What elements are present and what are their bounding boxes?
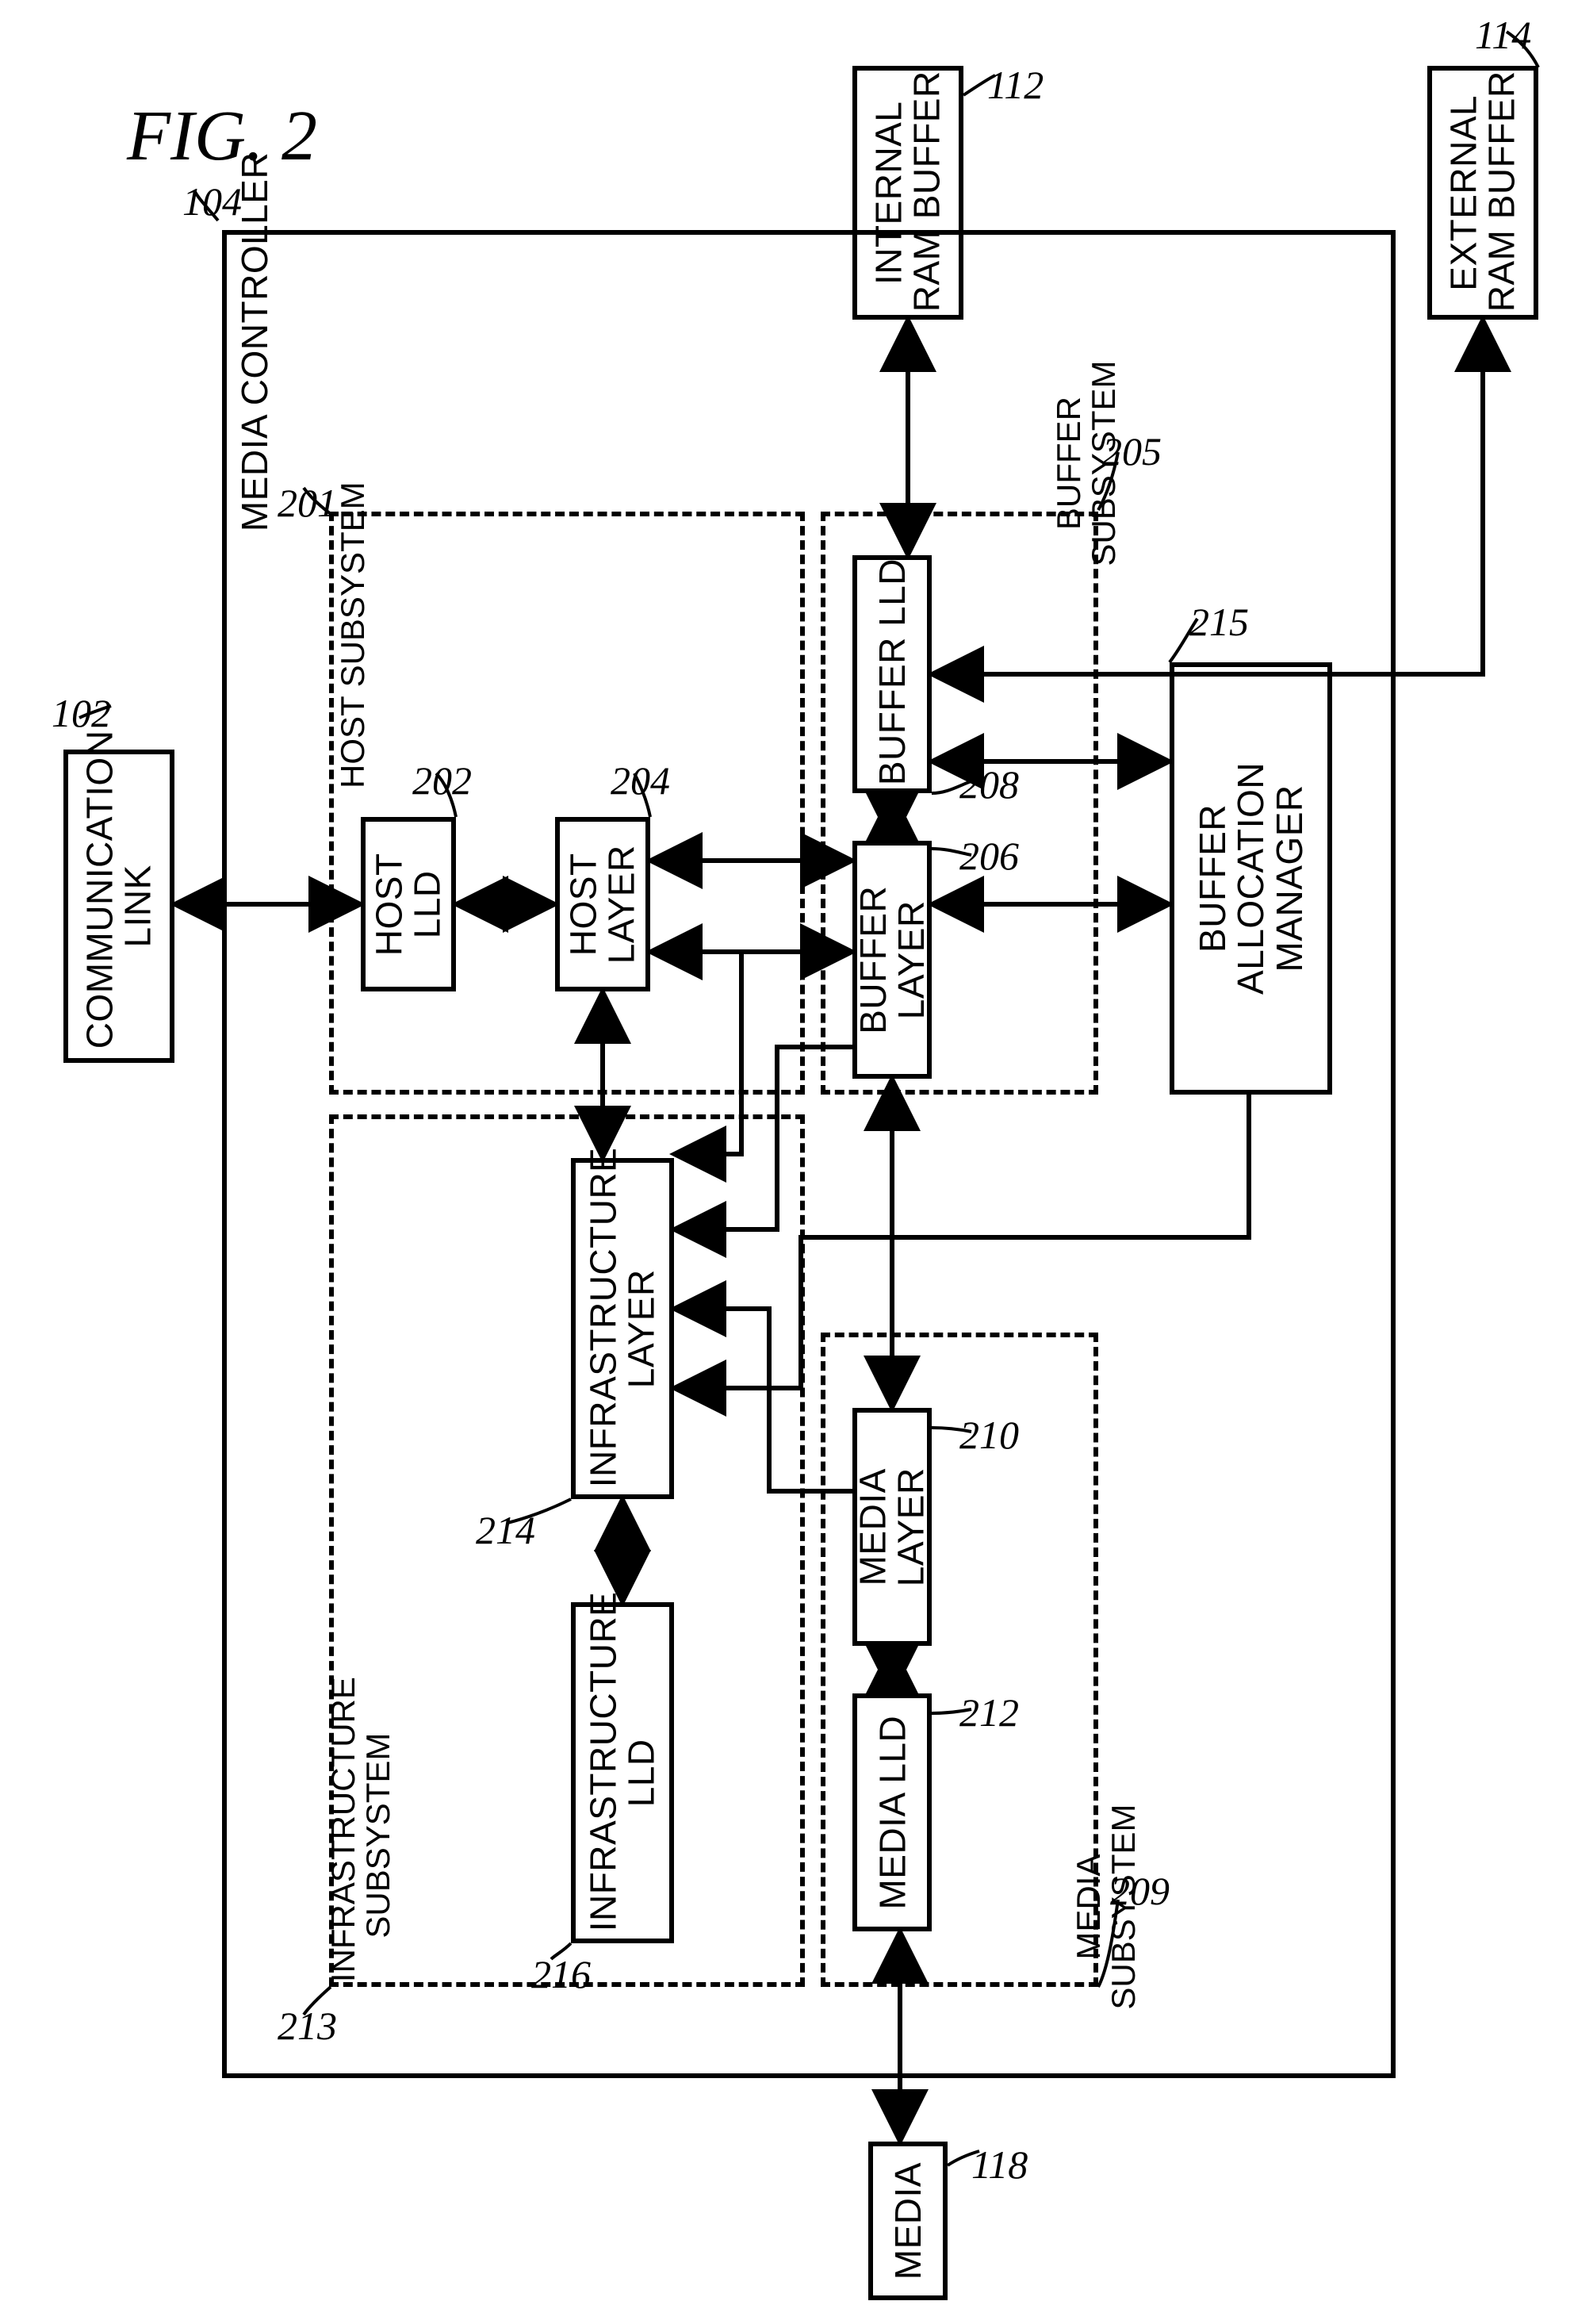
buffer-alloc-mgr-ref: 215: [1189, 599, 1249, 645]
figure-title: FIG. 2: [127, 95, 317, 177]
internal-ram-buffer-label: INTERNAL RAM BUFFER: [870, 74, 947, 312]
media-controller-label: MEDIA CONTROLLER: [236, 230, 274, 531]
external-ram-buffer-box: EXTERNAL RAM BUFFER: [1427, 66, 1538, 320]
infra-lld-box: INFRASTRUCTURE LLD: [571, 1602, 674, 1943]
host-subsystem-ref: 201: [278, 480, 337, 526]
communication-link-box: COMMUNICATION LINK: [63, 750, 174, 1063]
media-subsystem-ref: 209: [1110, 1868, 1170, 1914]
buffer-alloc-mgr-label: BUFFER ALLOCATION MANAGER: [1193, 762, 1308, 995]
buffer-subsystem-ref: 205: [1102, 428, 1162, 474]
communication-link-ref: 102: [52, 690, 111, 736]
infra-layer-label: INFRASTRUCTURE LAYER: [584, 1170, 661, 1487]
infra-lld-ref: 216: [531, 1951, 591, 1997]
host-layer-box: HOST LAYER: [555, 817, 650, 991]
external-ram-buffer-ref: 114: [1475, 12, 1531, 58]
host-lld-ref: 202: [412, 757, 472, 803]
communication-link-label: COMMUNICATION LINK: [81, 764, 158, 1049]
buffer-alloc-mgr-box: BUFFER ALLOCATION MANAGER: [1170, 662, 1332, 1095]
buffer-layer-ref: 206: [959, 833, 1019, 879]
buffer-lld-label: BUFFER LLD: [873, 563, 911, 785]
media-layer-ref: 210: [959, 1412, 1019, 1458]
buffer-layer-box: BUFFER LAYER: [852, 841, 932, 1079]
media-lld-label: MEDIA LLD: [873, 1716, 911, 1910]
infrastructure-subsystem-box: [329, 1114, 805, 1987]
media-lld-box: MEDIA LLD: [852, 1693, 932, 1931]
buffer-lld-box: BUFFER LLD: [852, 555, 932, 793]
internal-ram-buffer-ref: 112: [987, 62, 1044, 108]
buffer-lld-ref: 208: [959, 761, 1019, 807]
media-controller-ref: 104: [182, 178, 242, 224]
infra-layer-box: INFRASTRUCTURE LAYER: [571, 1158, 674, 1499]
host-subsystem-box: [329, 512, 805, 1095]
host-subsystem-label: HOST SUBSYSTEM: [334, 503, 372, 788]
infra-layer-ref: 214: [476, 1507, 535, 1553]
host-lld-label: HOST LLD: [370, 853, 447, 956]
host-lld-box: HOST LLD: [361, 817, 456, 991]
media-external-box: MEDIA: [868, 2142, 948, 2300]
infrastructure-subsystem-ref: 213: [278, 2003, 337, 2049]
buffer-layer-label: BUFFER LAYER: [854, 886, 931, 1034]
infrastructure-subsystem-label: INFRASTRUCTURE SUBSYSTEM: [326, 1689, 396, 1982]
media-lld-ref: 212: [959, 1689, 1019, 1735]
media-layer-box: MEDIA LAYER: [852, 1408, 932, 1646]
media-layer-label: MEDIA LAYER: [854, 1467, 931, 1586]
external-ram-buffer-label: EXTERNAL RAM BUFFER: [1445, 74, 1522, 312]
host-layer-label: HOST LAYER: [565, 845, 641, 964]
host-layer-ref: 204: [611, 757, 670, 803]
media-external-ref: 118: [971, 2142, 1028, 2188]
media-external-label: MEDIA: [889, 2162, 927, 2280]
internal-ram-buffer-box: INTERNAL RAM BUFFER: [852, 66, 963, 320]
infra-lld-label: INFRASTRUCTURE LLD: [584, 1614, 661, 1931]
